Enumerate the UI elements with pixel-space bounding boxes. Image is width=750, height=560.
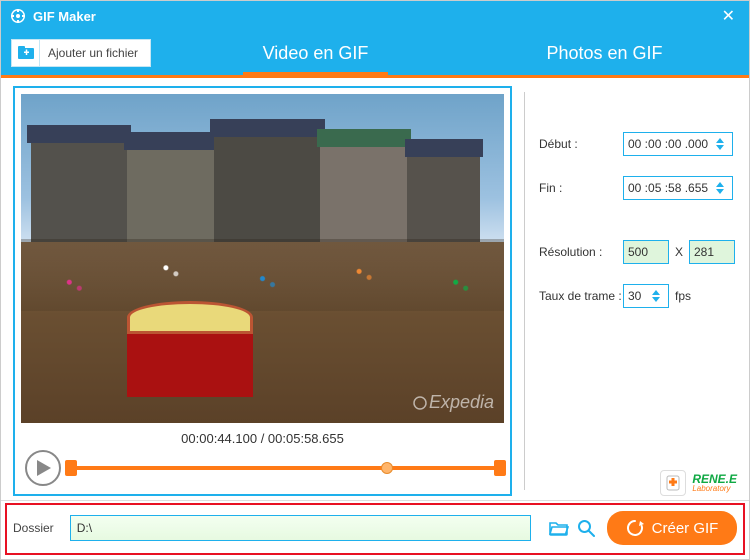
start-label: Début : bbox=[539, 137, 623, 151]
settings-panel: Début : 00 :00 :00 .000 Fin : 00 :05 :58… bbox=[537, 86, 737, 496]
add-file-icon bbox=[12, 40, 40, 66]
timestamps: 00:00:44.100 / 00:05:58.655 bbox=[21, 423, 504, 450]
play-button[interactable] bbox=[25, 450, 61, 486]
app-icon bbox=[9, 7, 27, 25]
current-time: 00:00:44.100 bbox=[181, 431, 257, 446]
vertical-divider bbox=[524, 92, 525, 490]
search-icon[interactable] bbox=[577, 519, 595, 537]
tabbar: Ajouter un fichier Video en GIF Photos e… bbox=[1, 31, 749, 75]
trim-end-handle[interactable] bbox=[494, 460, 506, 476]
setting-resolution: Résolution : 500 X 281 bbox=[539, 240, 735, 264]
add-file-wrap: Ajouter un fichier bbox=[1, 31, 171, 75]
tab-video-to-gif[interactable]: Video en GIF bbox=[171, 31, 460, 75]
tab-photos-to-gif[interactable]: Photos en GIF bbox=[460, 31, 749, 75]
end-time-input[interactable]: 00 :05 :58 .655 bbox=[623, 176, 733, 200]
add-file-button[interactable]: Ajouter un fichier bbox=[11, 39, 151, 67]
resolution-label: Résolution : bbox=[539, 245, 623, 259]
framerate-label: Taux de trame : bbox=[539, 289, 623, 303]
video-preview: Expedia bbox=[21, 94, 504, 423]
footer: Dossier D:\ Créer GIF bbox=[1, 500, 749, 559]
setting-framerate: Taux de trame : 30 fps bbox=[539, 284, 735, 308]
titlebar: GIF Maker ✕ bbox=[1, 1, 749, 31]
close-button[interactable]: ✕ bbox=[716, 6, 741, 26]
start-spinner[interactable] bbox=[716, 138, 728, 150]
framerate-input[interactable]: 30 bbox=[623, 284, 669, 308]
create-gif-button[interactable]: Créer GIF bbox=[607, 511, 737, 545]
main-content: Expedia 00:00:44.100 / 00:05:58.655 bbox=[1, 78, 749, 500]
brand-logo-icon bbox=[660, 470, 686, 496]
total-time: 00:05:58.655 bbox=[268, 431, 344, 446]
folder-label: Dossier bbox=[13, 521, 54, 535]
setting-end: Fin : 00 :05 :58 .655 bbox=[539, 176, 735, 200]
preview-panel: Expedia 00:00:44.100 / 00:05:58.655 bbox=[13, 86, 512, 496]
resolution-height-input[interactable]: 281 bbox=[689, 240, 735, 264]
add-file-label: Ajouter un fichier bbox=[40, 46, 138, 60]
trim-start-handle[interactable] bbox=[65, 460, 77, 476]
end-spinner[interactable] bbox=[716, 182, 728, 194]
start-time-input[interactable]: 00 :00 :00 .000 bbox=[623, 132, 733, 156]
folder-path-input[interactable]: D:\ bbox=[70, 515, 531, 541]
video-frame: Expedia bbox=[21, 94, 504, 423]
brand-badge: RENE.E Laboratory bbox=[660, 470, 737, 496]
player-controls bbox=[21, 450, 504, 488]
app-title: GIF Maker bbox=[33, 9, 716, 24]
slider-track bbox=[71, 466, 500, 470]
open-folder-icon[interactable] bbox=[549, 520, 569, 536]
refresh-icon bbox=[626, 519, 644, 537]
resolution-width-input[interactable]: 500 bbox=[623, 240, 669, 264]
video-watermark: Expedia bbox=[413, 392, 494, 413]
resolution-separator: X bbox=[675, 245, 683, 259]
playhead[interactable] bbox=[381, 462, 393, 474]
folder-icons bbox=[549, 519, 595, 537]
framerate-unit: fps bbox=[675, 289, 691, 303]
brand-text: RENE.E Laboratory bbox=[692, 473, 737, 493]
setting-start: Début : 00 :00 :00 .000 bbox=[539, 132, 735, 156]
trim-slider[interactable] bbox=[71, 457, 500, 479]
framerate-spinner[interactable] bbox=[652, 290, 664, 302]
app-window: GIF Maker ✕ Ajouter un fichier Video en … bbox=[0, 0, 750, 560]
end-label: Fin : bbox=[539, 181, 623, 195]
